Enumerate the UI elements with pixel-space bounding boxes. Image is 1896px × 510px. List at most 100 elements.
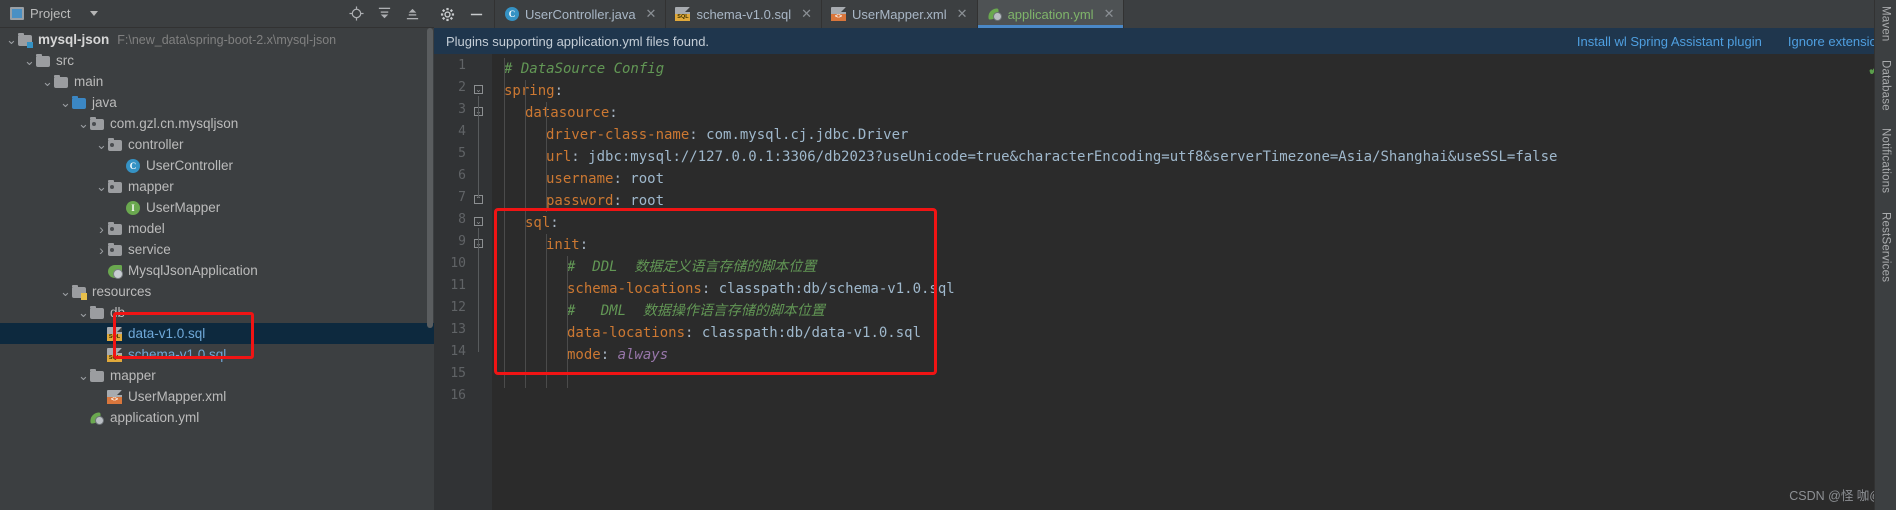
tree-node-com-gzl-cn-mysqljson[interactable]: ⌄ com.gzl.cn.mysqljson	[0, 113, 434, 134]
tree-node-label: service	[128, 242, 171, 257]
locate-icon[interactable]	[349, 6, 364, 21]
chevron-down-icon[interactable]: ⌄	[6, 33, 17, 46]
chevron-down-icon[interactable]: ⌄	[78, 369, 89, 382]
tree-node-application-yml[interactable]: application.yml	[0, 407, 434, 428]
code-line[interactable]: mode: always	[504, 344, 668, 366]
tree-node-model[interactable]: › model	[0, 218, 434, 239]
code-fold-toggle[interactable]: ⌄	[474, 85, 485, 96]
editor-code[interactable]: # DataSource Config spring: datasource: dri…	[492, 54, 1896, 510]
tab-label: UserMapper.xml	[852, 6, 947, 22]
line-number: 3	[458, 102, 466, 117]
expand-all-icon[interactable]	[405, 6, 420, 21]
line-number: 10	[450, 256, 466, 271]
tree-node-label: UserMapper	[146, 200, 221, 215]
tree-node-usermapper-xml[interactable]: UserMapper.xml	[0, 386, 434, 407]
tree-node-java[interactable]: ⌄ java	[0, 92, 434, 113]
tree-node-data-v1-0-sql[interactable]: data-v1.0.sql	[0, 323, 434, 344]
line-number: 1	[458, 58, 466, 73]
tab-application-yml[interactable]: application.yml ✕	[977, 0, 1125, 28]
indent-guide	[546, 234, 547, 388]
chevron-down-icon[interactable]: ⌄	[78, 117, 89, 130]
code-line[interactable]: datasource:	[504, 102, 618, 124]
line-number: 9	[458, 234, 466, 249]
tree-node-service[interactable]: › service	[0, 239, 434, 260]
tree-node-schema-v1-0-sql[interactable]: schema-v1.0.sql	[0, 344, 434, 365]
code-line[interactable]: driver-class-name: com.mysql.cj.jdbc.Dri…	[504, 124, 908, 146]
chevron-down-icon[interactable]: ⌄	[24, 54, 35, 67]
tool-window-button-restservices[interactable]: RestServices	[1880, 212, 1892, 282]
chevron-right-icon[interactable]: ›	[96, 221, 107, 237]
code-fold-toggle[interactable]: ⌄	[474, 107, 485, 118]
code-line[interactable]: # DataSource Config	[504, 58, 664, 80]
tool-window-button-notifications[interactable]: Notifications	[1880, 128, 1892, 193]
tree-node-db[interactable]: ⌄ db	[0, 302, 434, 323]
code-line[interactable]: schema-locations: classpath:db/schema-v1…	[504, 278, 955, 300]
chevron-right-icon[interactable]: ›	[96, 242, 107, 258]
chevron-down-icon[interactable]: ⌄	[42, 75, 53, 88]
tree-node-resources[interactable]: ⌄ resources	[0, 281, 434, 302]
code-line[interactable]: password: root	[504, 190, 664, 212]
settings-gear-icon[interactable]	[440, 7, 455, 22]
tree-node-controller[interactable]: ⌄ controller	[0, 134, 434, 155]
close-icon[interactable]: ✕	[646, 6, 657, 22]
scrollbar-thumb[interactable]	[427, 28, 433, 328]
tool-window-button-database[interactable]: Database	[1880, 60, 1892, 111]
tree-node-path: F:\new_data\spring-boot-2.x\mysql-json	[117, 32, 337, 47]
tab-schema-v1-0-sql[interactable]: schema-v1.0.sql ✕	[666, 0, 823, 28]
indent-guide	[504, 58, 505, 388]
collapse-all-icon[interactable]	[377, 6, 392, 21]
tree-node-label: com.gzl.cn.mysqljson	[110, 116, 239, 131]
code-line[interactable]: url: jdbc:mysql://127.0.0.1:3306/db2023?…	[504, 146, 1557, 168]
plugin-notification-bar: Plugins supporting application.yml files…	[434, 28, 1896, 54]
code-token: datasource	[525, 105, 610, 121]
tab-usermapper-xml[interactable]: UserMapper.xml ✕	[822, 0, 978, 28]
tree-node-main[interactable]: ⌄ main	[0, 71, 434, 92]
tree-node-usermapper[interactable]: I UserMapper	[0, 197, 434, 218]
tree-node-usercontroller[interactable]: C UserController	[0, 155, 434, 176]
sql-file-icon	[675, 6, 691, 22]
ignore-extension-link[interactable]: Ignore extension	[1788, 34, 1884, 49]
hide-icon[interactable]	[469, 7, 484, 22]
tabbar-spacer	[1124, 0, 1861, 28]
chevron-down-icon[interactable]: ⌄	[60, 96, 71, 109]
code-editor[interactable]: 12⌄3⌄4567⌃8⌄9⌄10111213141516 # DataSourc…	[434, 54, 1896, 510]
tab-usercontroller-java[interactable]: C UserController.java ✕	[495, 0, 667, 28]
tree-node-src[interactable]: ⌄ src	[0, 50, 434, 71]
chevron-down-icon[interactable]: ⌄	[78, 306, 89, 319]
code-fold-toggle[interactable]: ⌄	[474, 217, 485, 228]
code-line[interactable]: sql:	[504, 212, 559, 234]
close-icon[interactable]: ✕	[957, 6, 968, 22]
code-line[interactable]: spring:	[504, 80, 563, 102]
java-class-icon: C	[125, 158, 141, 174]
chevron-down-icon[interactable]: ⌄	[60, 285, 71, 298]
project-tree[interactable]: ⌄ mysql-json F:\new_data\spring-boot-2.x\m…	[0, 28, 434, 510]
code-token: always	[617, 347, 669, 363]
project-icon	[10, 7, 24, 20]
chevron-down-icon[interactable]	[90, 11, 99, 16]
resources-folder-icon	[71, 284, 87, 300]
close-icon[interactable]: ✕	[1104, 6, 1115, 22]
tree-node-mysql-json[interactable]: ⌄ mysql-json F:\new_data\spring-boot-2.x\m…	[0, 29, 434, 50]
editor-tabs: CUserController.java✕schema-v1.0.sql✕Use…	[495, 0, 1125, 28]
code-fold-toggle[interactable]: ⌄	[474, 239, 485, 250]
code-line[interactable]: # DML 数据操作语言存储的脚本位置	[504, 300, 825, 322]
java-class-icon: C	[504, 6, 520, 22]
install-plugin-link[interactable]: Install wl Spring Assistant plugin	[1577, 34, 1762, 49]
code-line[interactable]: # DDL 数据定义语言存储的脚本位置	[504, 256, 816, 278]
tree-node-mapper[interactable]: ⌄ mapper	[0, 365, 434, 386]
code-line[interactable]: username: root	[504, 168, 664, 190]
code-fold-end[interactable]: ⌃	[474, 195, 485, 206]
project-tree-scrollbar[interactable]	[426, 28, 434, 368]
close-icon[interactable]: ✕	[801, 6, 812, 22]
project-tool-window: Project ⌄ mysql-json F:\new_data\spring-bo…	[0, 0, 434, 510]
source-folder-icon	[71, 95, 87, 111]
tool-window-button-maven[interactable]: Maven	[1880, 6, 1892, 42]
tree-node-mysqljsonapplication[interactable]: MysqlJsonApplication	[0, 260, 434, 281]
chevron-down-icon[interactable]: ⌄	[96, 180, 107, 193]
tree-node-mapper[interactable]: ⌄ mapper	[0, 176, 434, 197]
project-panel-title[interactable]: Project	[6, 6, 99, 21]
editor-gutter[interactable]: 12⌄3⌄4567⌃8⌄9⌄10111213141516	[434, 54, 492, 510]
code-token: username	[546, 171, 614, 187]
code-token: # DML 数据操作语言存储的脚本位置	[567, 303, 825, 319]
chevron-down-icon[interactable]: ⌄	[96, 138, 107, 151]
